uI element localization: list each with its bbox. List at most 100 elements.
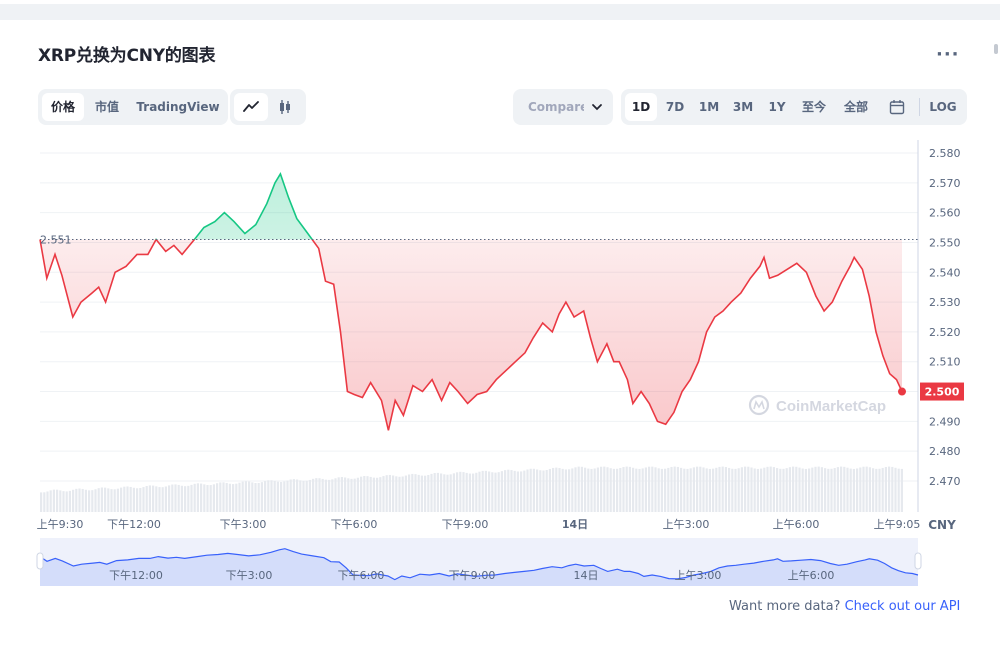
volume-bar bbox=[888, 466, 891, 512]
volume-bar bbox=[644, 467, 647, 512]
open-price-label: 2.551 bbox=[40, 233, 72, 246]
api-link[interactable]: Check out our API bbox=[845, 599, 961, 614]
volume-bar bbox=[536, 469, 539, 512]
tab-market-cap[interactable]: 市值 bbox=[86, 93, 128, 121]
volume-bar bbox=[628, 466, 631, 512]
volume-bar bbox=[830, 468, 833, 512]
volume-bar bbox=[257, 482, 260, 512]
volume-bar bbox=[235, 483, 238, 512]
volume-bar bbox=[308, 479, 311, 512]
time-range-tabs: 1D 7D 1M 3M 1Y 至今 全部 LOG bbox=[621, 89, 967, 125]
volume-bar bbox=[820, 467, 823, 512]
range-1y[interactable]: 1Y bbox=[761, 93, 793, 121]
volume-bar bbox=[433, 473, 436, 512]
volume-bar bbox=[488, 471, 491, 512]
y-tick-label: 2.520 bbox=[929, 326, 961, 339]
volume-bar bbox=[177, 484, 180, 512]
volume-bar bbox=[827, 468, 830, 512]
line-chart-button[interactable] bbox=[234, 93, 268, 121]
volume-bar bbox=[894, 467, 897, 512]
more-options-icon[interactable]: ··· bbox=[936, 44, 960, 65]
volume-bar bbox=[139, 488, 142, 512]
volume-bar bbox=[824, 468, 827, 512]
tab-price[interactable]: 价格 bbox=[42, 93, 84, 121]
chart-type-tabs bbox=[230, 89, 306, 125]
volume-bar bbox=[808, 468, 811, 512]
range-1m[interactable]: 1M bbox=[693, 93, 725, 121]
volume-bar bbox=[136, 488, 139, 512]
volume-bar bbox=[577, 466, 580, 512]
navigator-handle[interactable] bbox=[914, 552, 922, 570]
volume-bar bbox=[72, 489, 75, 512]
range-all[interactable]: 全部 bbox=[837, 93, 875, 121]
navigator-tick-label: 下午9:00 bbox=[449, 569, 496, 582]
volume-bar bbox=[584, 467, 587, 512]
volume-bar bbox=[251, 482, 254, 512]
volume-bar bbox=[468, 473, 471, 512]
volume-bar bbox=[484, 470, 487, 512]
volume-bar bbox=[113, 489, 116, 512]
volume-bar bbox=[836, 467, 839, 512]
range-1d[interactable]: 1D bbox=[625, 93, 657, 121]
volume-bar bbox=[91, 490, 94, 512]
tab-tradingview[interactable]: TradingView bbox=[132, 93, 224, 121]
range-ytd[interactable]: 至今 bbox=[795, 93, 833, 121]
volume-bar bbox=[529, 468, 532, 512]
log-scale-button[interactable]: LOG bbox=[923, 93, 963, 121]
volume-bar bbox=[472, 473, 475, 512]
compare-label: Compare with bbox=[528, 100, 584, 114]
volume-bar bbox=[75, 488, 78, 512]
volume-bar bbox=[107, 488, 110, 512]
volume-bar bbox=[785, 468, 788, 512]
volume-bar bbox=[366, 476, 369, 512]
volume-bar bbox=[40, 492, 43, 512]
volume-bar bbox=[97, 488, 100, 512]
volume-bar bbox=[756, 468, 759, 512]
volume-bar bbox=[360, 476, 363, 512]
volume-bar bbox=[603, 466, 606, 512]
navigator-handle[interactable] bbox=[36, 552, 44, 570]
y-tick-label: 2.580 bbox=[929, 147, 961, 160]
volume-bar bbox=[753, 468, 756, 512]
volume-bar bbox=[318, 478, 321, 512]
x-tick-label: 下午12:00 bbox=[107, 518, 161, 531]
volume-bar bbox=[129, 486, 132, 512]
candlestick-button[interactable] bbox=[268, 93, 302, 121]
calendar-icon[interactable] bbox=[889, 99, 905, 115]
volume-bar bbox=[187, 485, 190, 512]
volume-bar bbox=[385, 475, 388, 512]
volume-bar bbox=[651, 466, 654, 512]
volume-bar bbox=[804, 468, 807, 512]
y-tick-label: 2.530 bbox=[929, 296, 961, 309]
volume-bar bbox=[715, 467, 718, 512]
volume-bar bbox=[456, 472, 459, 512]
line-chart-icon bbox=[243, 101, 259, 112]
volume-bar bbox=[846, 467, 849, 512]
volume-bar bbox=[228, 483, 231, 512]
volume-bar bbox=[248, 481, 251, 512]
price-chart[interactable]: 2.580 2.570 2.560 2.550 2.540 2.530 2.520 2.510… bbox=[0, 135, 1000, 590]
volume-bar bbox=[254, 482, 257, 512]
volume-bar bbox=[635, 468, 638, 512]
range-3m[interactable]: 3M bbox=[727, 93, 759, 121]
compare-dropdown[interactable]: Compare with bbox=[513, 89, 613, 125]
volume-bar bbox=[766, 466, 769, 512]
volume-bar bbox=[632, 467, 635, 512]
volume-bar bbox=[132, 487, 135, 512]
volume-bar bbox=[312, 478, 315, 512]
volume-bar bbox=[315, 478, 318, 512]
volume-bar bbox=[580, 466, 583, 512]
range-7d[interactable]: 7D bbox=[659, 93, 691, 121]
volume-bar bbox=[452, 473, 455, 512]
watermark-logo-mark bbox=[753, 400, 765, 410]
volume-bar bbox=[708, 468, 711, 512]
range-divider bbox=[919, 98, 920, 116]
page-title: XRP兑换为CNY的图表 bbox=[38, 46, 216, 66]
volume-bar bbox=[222, 482, 225, 512]
x-tick-label: 上午6:00 bbox=[773, 518, 820, 531]
volume-bar bbox=[116, 488, 119, 512]
navigator-tick-label: 下午3:00 bbox=[226, 569, 273, 582]
navigator-tick-label: 下午12:00 bbox=[109, 569, 163, 582]
volume-bar bbox=[788, 467, 791, 512]
y-tick-label: 2.570 bbox=[929, 177, 961, 190]
